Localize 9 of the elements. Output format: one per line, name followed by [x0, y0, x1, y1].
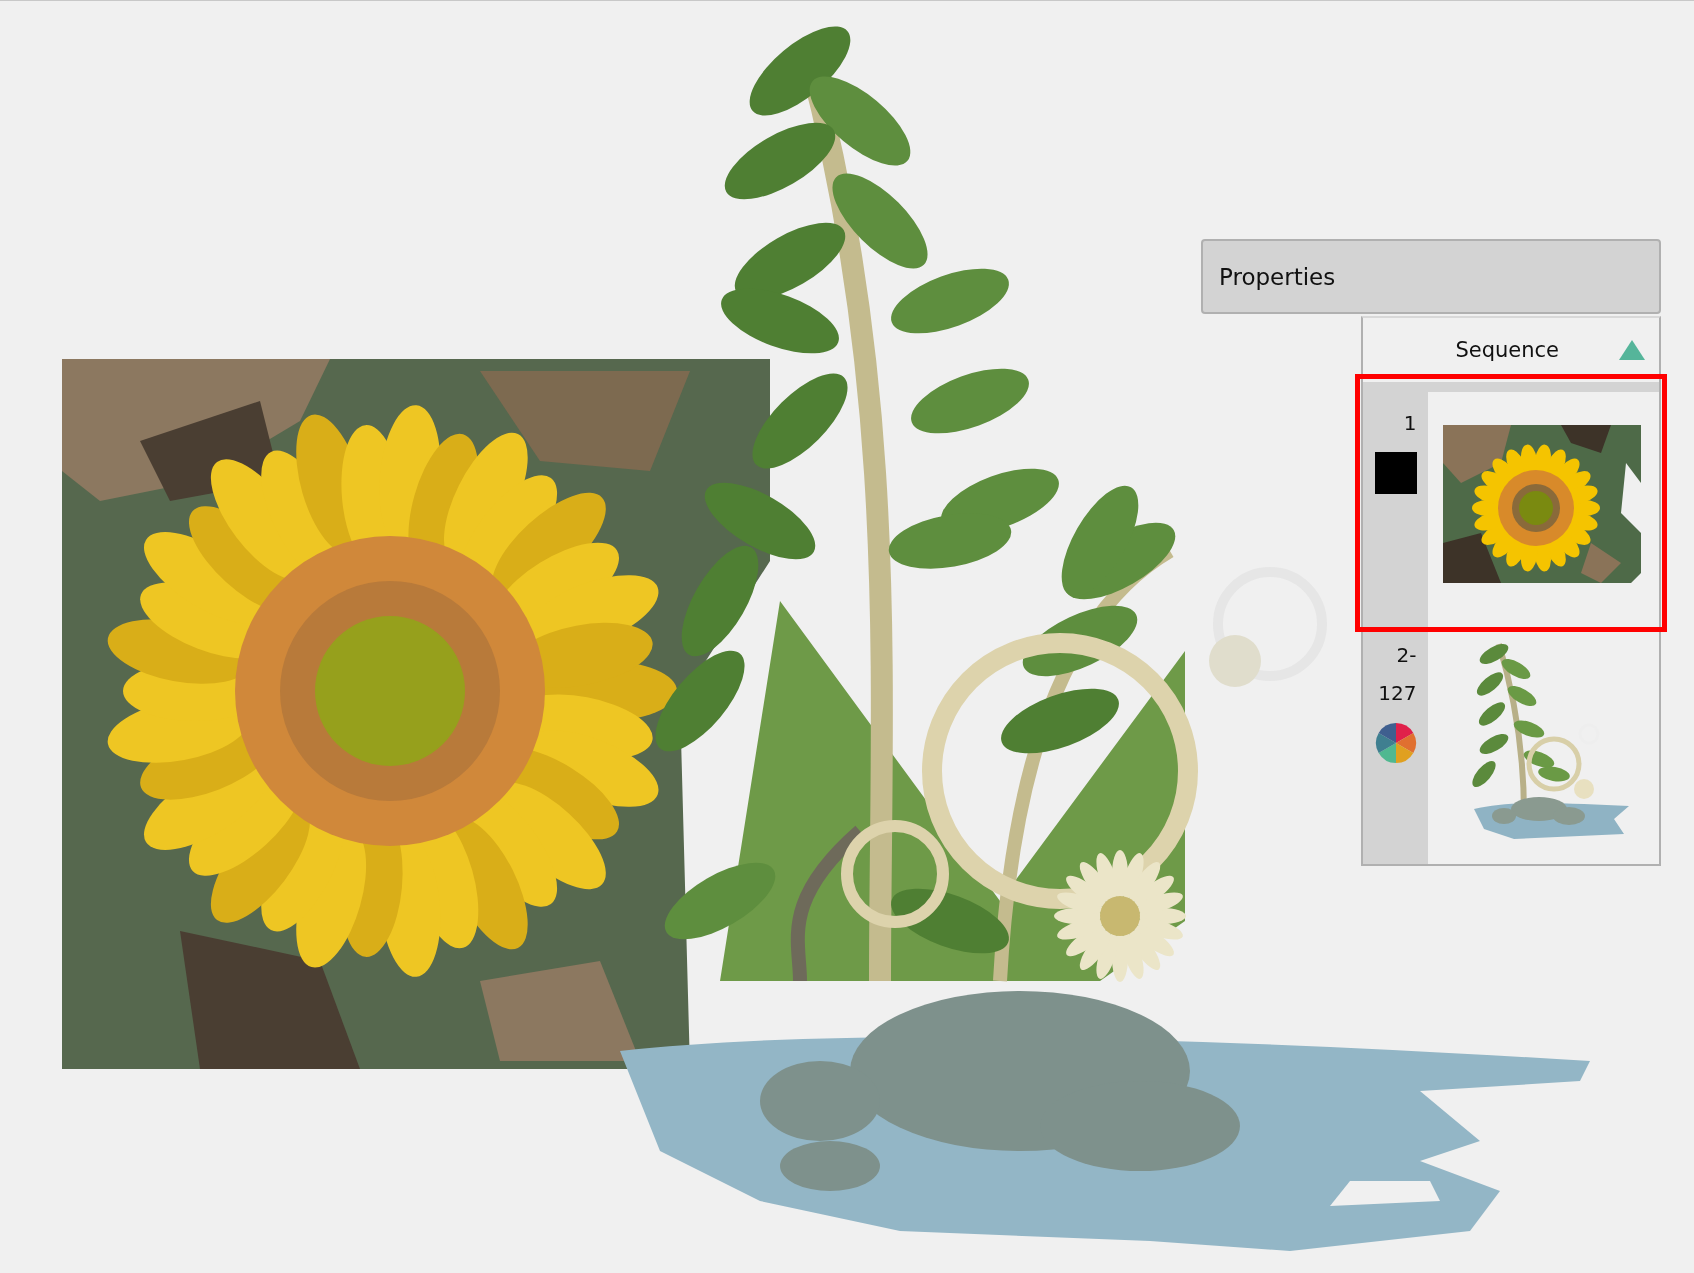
- stitch-range: 2-127: [1377, 642, 1417, 707]
- sequence-item[interactable]: 1: [1363, 382, 1659, 624]
- sequence-item[interactable]: 2-127: [1363, 624, 1659, 864]
- section-title: Sequence: [1455, 338, 1559, 362]
- color-wheel-icon: [1374, 722, 1417, 764]
- stitch-range: 1: [1402, 410, 1417, 437]
- collapse-triangle-icon[interactable]: [1619, 340, 1645, 360]
- panel-title: Properties: [1219, 263, 1336, 290]
- properties-header[interactable]: Properties: [1201, 239, 1661, 314]
